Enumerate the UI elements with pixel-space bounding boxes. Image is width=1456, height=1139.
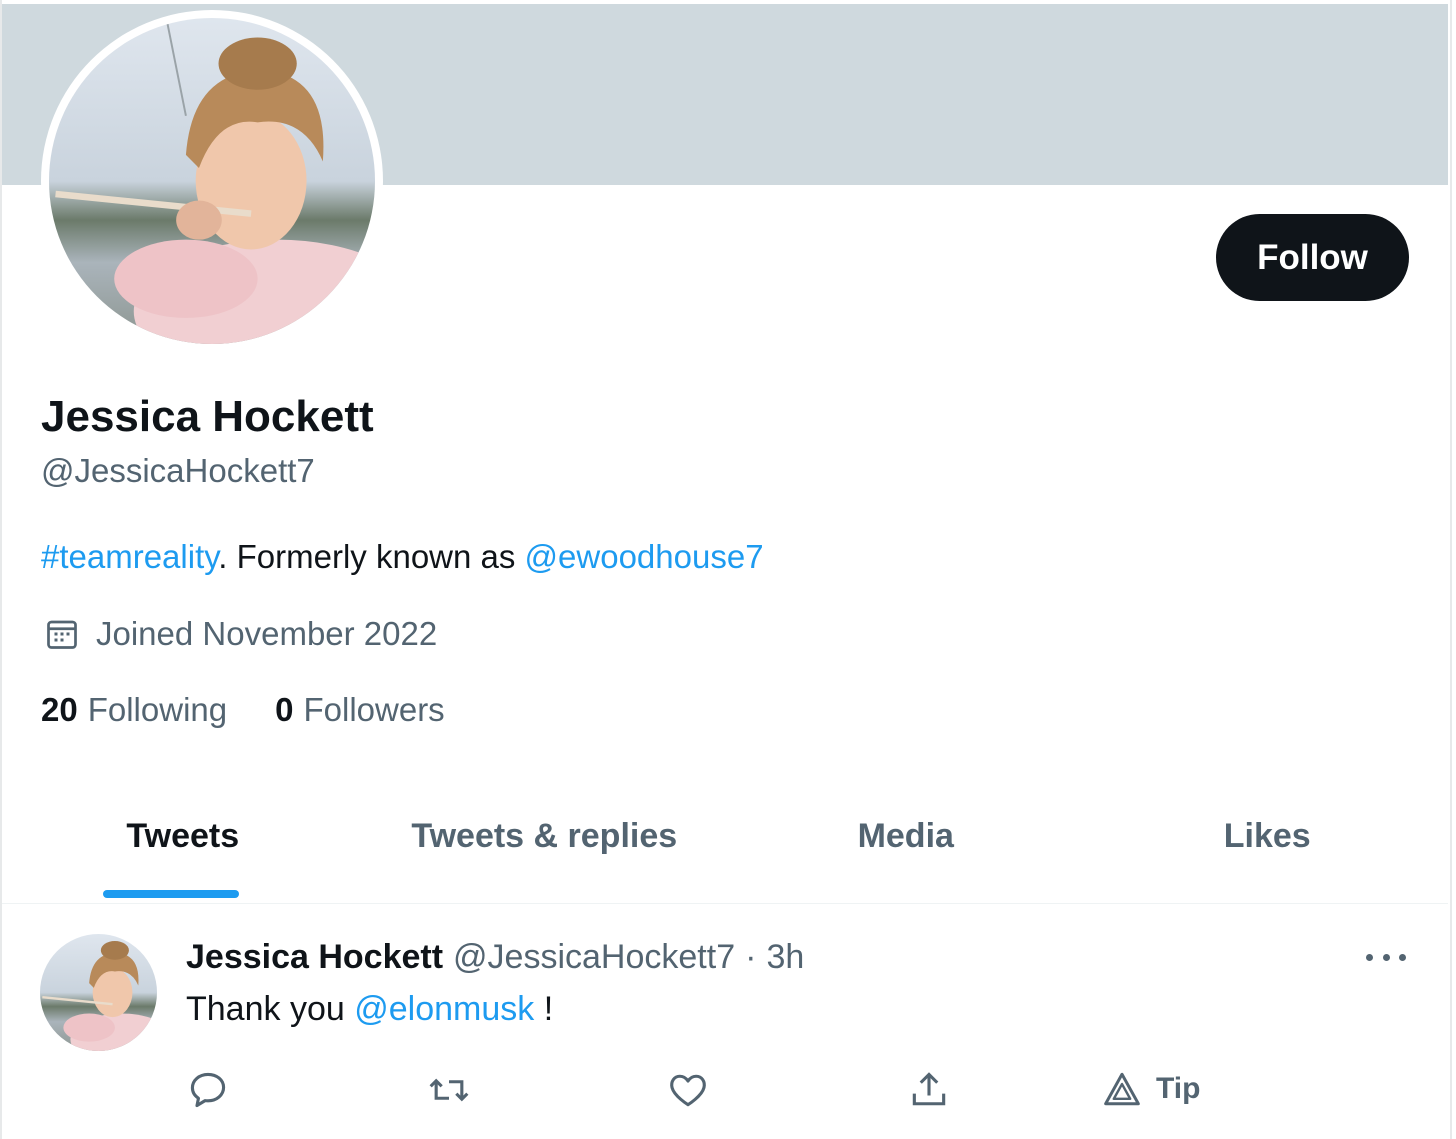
tweet-avatar[interactable] xyxy=(40,934,157,1051)
following-link[interactable]: 20 Following xyxy=(41,691,227,729)
joined-text: Joined November 2022 xyxy=(96,615,438,652)
tweet-author-handle[interactable]: @JessicaHockett7 xyxy=(453,938,735,977)
tip-label: Tip xyxy=(1156,1072,1201,1105)
more-options-icon[interactable] xyxy=(1366,944,1406,970)
profile-tabs: Tweets Tweets & replies Media Likes xyxy=(2,795,1448,904)
avatar-photo xyxy=(40,934,157,1051)
bio-text: . Formerly known as xyxy=(218,538,525,575)
tab-tweets[interactable]: Tweets xyxy=(2,795,364,903)
tweet-header: Jessica Hockett @JessicaHockett7 · 3h xyxy=(186,938,804,977)
avatar-photo xyxy=(49,18,375,344)
tip-icon xyxy=(1104,1072,1140,1106)
profile-bio: #teamreality. Formerly known as @ewoodho… xyxy=(41,538,764,576)
active-tab-indicator xyxy=(103,890,239,898)
followers-label: Followers xyxy=(303,691,445,728)
tab-media[interactable]: Media xyxy=(725,795,1087,903)
profile-handle: @JessicaHockett7 xyxy=(41,452,315,489)
retweet-icon[interactable] xyxy=(426,1068,472,1112)
profile-display-name: Jessica Hockett xyxy=(41,392,374,441)
followers-link[interactable]: 0 Followers xyxy=(275,691,445,729)
like-icon[interactable] xyxy=(666,1068,710,1112)
profile-avatar[interactable] xyxy=(41,10,383,352)
share-icon[interactable] xyxy=(907,1068,951,1112)
followers-count: 0 xyxy=(275,691,294,728)
tweet-author-name[interactable]: Jessica Hockett xyxy=(186,938,443,977)
joined-date: Joined November 2022 xyxy=(44,615,437,653)
tip-button[interactable]: Tip xyxy=(1102,1071,1200,1107)
follow-button[interactable]: Follow xyxy=(1216,214,1409,301)
tweet-timestamp[interactable]: 3h xyxy=(766,938,804,977)
tab-tweets-and-replies[interactable]: Tweets & replies xyxy=(364,795,726,903)
bio-mention-link[interactable]: @ewoodhouse7 xyxy=(525,538,764,575)
reply-icon[interactable] xyxy=(186,1068,230,1112)
follow-counts: 20 Following 0 Followers xyxy=(41,691,493,729)
tweet-separator: · xyxy=(745,938,757,976)
tweet-text-after: ! xyxy=(534,990,554,1028)
tweet-mention-link[interactable]: @elonmusk xyxy=(354,990,534,1028)
tweet-text-before: Thank you xyxy=(186,990,355,1028)
following-label: Following xyxy=(87,691,228,728)
following-count: 20 xyxy=(41,691,78,728)
tab-likes[interactable]: Likes xyxy=(1087,795,1449,903)
bio-hashtag-link[interactable]: #teamreality xyxy=(41,538,218,575)
calendar-icon xyxy=(47,620,77,649)
tweet-text: Thank you @elonmusk ! xyxy=(186,990,553,1029)
